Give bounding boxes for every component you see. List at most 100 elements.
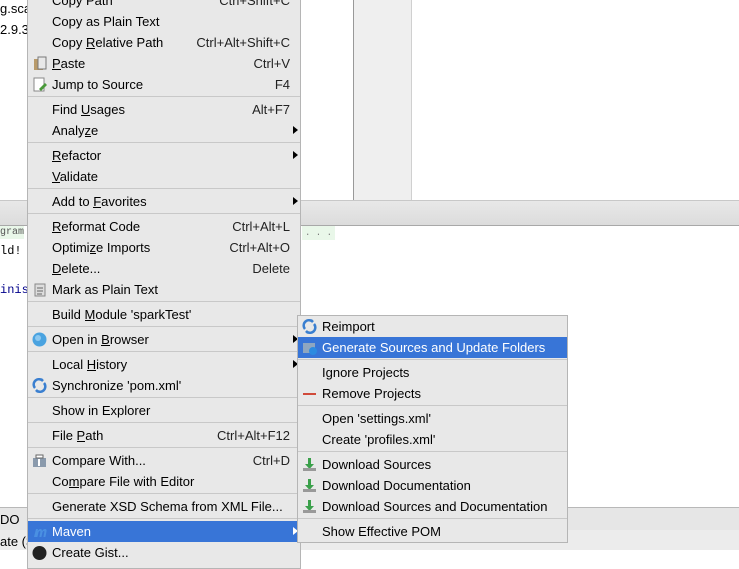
maven-submenu-item-remove-projects[interactable]: Remove Projects (298, 383, 567, 404)
context-menu-item-compare-file-with-editor[interactable]: Compare File with Editor (28, 471, 300, 492)
context-menu-item-jump-to-source[interactable]: Jump to Source F4 (28, 74, 300, 95)
menu-item-label: Paste (52, 56, 86, 71)
mnemonic-underline (52, 274, 62, 275)
mnemonic-underline (76, 441, 86, 442)
console-line: gram (0, 226, 25, 239)
context-menu-item-paste[interactable]: Paste Ctrl+V (28, 53, 300, 74)
maven-submenu-item-download-sources[interactable]: Download Sources (298, 454, 567, 475)
menu-item-shortcut: Ctrl+Alt+L (232, 219, 290, 234)
sync-icon (302, 318, 317, 335)
menu-item-label: Show Effective POM (322, 524, 441, 539)
plain-text-icon (32, 282, 47, 297)
context-menu-item-file-path[interactable]: File Path Ctrl+Alt+F12 (28, 425, 300, 446)
context-menu-item-build-module-sparktest[interactable]: Build Module 'sparkTest' (28, 304, 300, 325)
context-menu-item-reformat-code[interactable]: Reformat Code Ctrl+Alt+L (28, 216, 300, 237)
maven-icon (32, 524, 47, 539)
context-menu-item-copy-relative-path[interactable]: Copy Relative Path Ctrl+Alt+Shift+C (28, 32, 300, 53)
paste-icon (32, 56, 47, 71)
context-menu-item-copy-path[interactable]: Copy Path Ctrl+Shift+C (28, 0, 300, 11)
menu-item-label: Analyze (52, 123, 99, 138)
mnemonic-underline (86, 370, 97, 371)
menu-item-label: Show in Explorer (52, 403, 151, 418)
bottom-tab-todo[interactable]: DO (0, 512, 20, 527)
maven-submenu-item-download-documentation[interactable]: Download Documentation (298, 475, 567, 496)
menu-item-shortcut: Ctrl+V (253, 56, 290, 71)
mnemonic-underline (101, 345, 110, 346)
menu-item-label: Download Sources and Documentation (322, 499, 548, 514)
download-icon (302, 499, 317, 514)
menu-item-label: Validate (52, 169, 99, 184)
context-menu-item-create-gist[interactable]: Create Gist... (28, 542, 300, 563)
menu-item-label: Maven (52, 524, 92, 539)
menu-item-shortcut: Alt+F7 (252, 102, 290, 117)
menu-item-shortcut: Ctrl+Shift+C (219, 0, 290, 8)
minus-icon (302, 386, 317, 401)
context-menu-item-generate-xsd-schema-from-xml-file[interactable]: Generate XSD Schema from XML File... (28, 496, 300, 517)
mnemonic-underline (68, 487, 80, 488)
maven-submenu-item-generate-sources-and-update-folders[interactable]: Generate Sources and Update Folders (298, 337, 567, 358)
mnemonic-underline (52, 69, 61, 70)
maven-submenu-item-ignore-projects[interactable]: Ignore Projects (298, 362, 567, 383)
context-menu-item-add-to-favorites[interactable]: Add to Favorites (28, 191, 300, 212)
menu-item-label: Download Sources (322, 457, 432, 472)
mnemonic-underline (52, 232, 62, 233)
menu-item-label: Copy Relative Path (52, 35, 164, 50)
context-menu-item-delete[interactable]: Delete... Delete (28, 258, 300, 279)
menu-item-label: Local History (52, 357, 128, 372)
github-icon (32, 545, 47, 560)
menu-item-shortcut: F4 (274, 77, 290, 92)
maven-submenu-item-open-settings-xml[interactable]: Open 'settings.xml' (298, 408, 567, 429)
context-menu-item-maven[interactable]: Maven (28, 521, 300, 542)
menu-item-label: Copy Path (52, 0, 113, 8)
submenu-arrow-icon (293, 126, 298, 134)
menu-item-label: File Path (52, 428, 104, 443)
menu-item-label: Generate XSD Schema from XML File... (52, 499, 283, 514)
editor-line: 2.9.3 (0, 22, 29, 37)
context-menu-item-open-in-browser[interactable]: Open in Browser (28, 329, 300, 350)
context-menu-item-find-usages[interactable]: Find Usages Alt+F7 (28, 99, 300, 120)
context-menu-item-refactor[interactable]: Refactor (28, 145, 300, 166)
menu-item-label: Optimize Imports (52, 240, 151, 255)
maven-submenu: Reimport Generate Sources and Update Fold… (297, 315, 568, 543)
menu-item-shortcut: Ctrl+Alt+Shift+C (196, 35, 290, 50)
context-menu-item-synchronize-pom-xml[interactable]: Synchronize 'pom.xml' (28, 375, 300, 396)
menu-item-label: Copy as Plain Text (52, 14, 160, 29)
context-menu: Copy Path Ctrl+Shift+C Copy as Plain Text C… (27, 0, 301, 569)
mnemonic-underline (52, 182, 60, 183)
download-icon (302, 457, 317, 472)
maven-submenu-item-show-effective-pom[interactable]: Show Effective POM (298, 521, 567, 542)
menu-item-shortcut: Ctrl+Alt+O (229, 240, 290, 255)
compare-icon (32, 453, 47, 468)
folder-sync-icon (302, 340, 317, 355)
globe-icon (32, 332, 47, 347)
context-menu-item-show-in-explorer[interactable]: Show in Explorer (28, 400, 300, 421)
context-menu-item-optimize-imports[interactable]: Optimize Imports Ctrl+Alt+O (28, 237, 300, 258)
menu-item-label: Create Gist... (52, 545, 129, 560)
context-menu-item-local-history[interactable]: Local History (28, 354, 300, 375)
mnemonic-underline (89, 253, 97, 254)
context-menu-item-analyze[interactable]: Analyze (28, 120, 300, 141)
submenu-arrow-icon (293, 151, 298, 159)
menu-item-label: Reimport (322, 319, 375, 334)
menu-item-shortcut: Delete (252, 261, 290, 276)
mnemonic-underline (80, 115, 91, 116)
mnemonic-underline (52, 161, 62, 162)
mnemonic-underline (93, 207, 102, 208)
context-menu-item-compare-with[interactable]: Compare With... Ctrl+D (28, 450, 300, 471)
context-menu-item-validate[interactable]: Validate (28, 166, 300, 187)
menu-item-label: Synchronize 'pom.xml' (52, 378, 182, 393)
menu-item-shortcut: Ctrl+D (252, 453, 290, 468)
menu-item-label: Jump to Source (52, 77, 144, 92)
menu-item-shortcut: Ctrl+Alt+F12 (217, 428, 290, 443)
context-menu-item-copy-as-plain-text[interactable]: Copy as Plain Text (28, 11, 300, 32)
menu-item-label: Mark as Plain Text (52, 282, 158, 297)
maven-submenu-item-download-sources-and-documentation[interactable]: Download Sources and Documentation (298, 496, 567, 517)
menu-item-label: Ignore Projects (322, 365, 410, 380)
menu-item-label: Compare With... (52, 453, 146, 468)
maven-submenu-item-create-profiles-xml[interactable]: Create 'profiles.xml' (298, 429, 567, 450)
menu-item-label: Reformat Code (52, 219, 141, 234)
menu-item-label: Refactor (52, 148, 102, 163)
context-menu-item-mark-as-plain-text[interactable]: Mark as Plain Text (28, 279, 300, 300)
maven-submenu-item-reimport[interactable]: Reimport (298, 316, 567, 337)
menu-item-label: Remove Projects (322, 386, 421, 401)
